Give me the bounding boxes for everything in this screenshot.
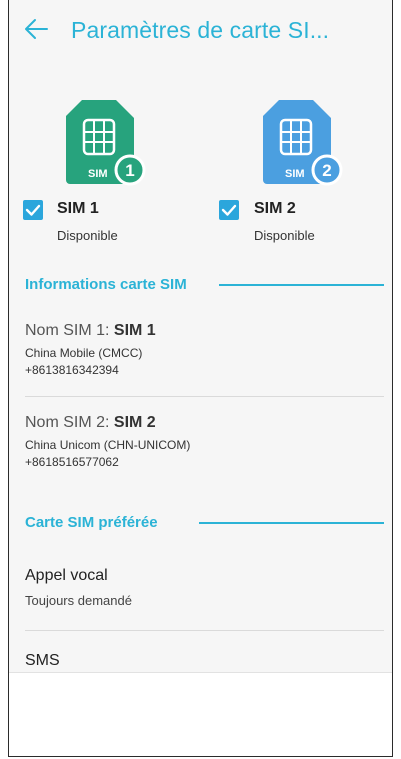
info-section-title: Informations carte SIM bbox=[25, 276, 191, 293]
sim-2-carrier: China Unicom (CHN-UNICOM) bbox=[25, 438, 191, 452]
sim-2-info-label: Nom SIM 2: bbox=[25, 414, 114, 431]
sim-1-info-label: Nom SIM 1: bbox=[25, 322, 114, 339]
sim-card-1-icon: SIM 1 bbox=[66, 100, 146, 186]
phone-screen: Paramètres de carte SI... SIM 1 SIM 2 SI… bbox=[8, 0, 393, 757]
preferred-section-divider bbox=[199, 522, 384, 524]
sms-setting[interactable]: SMS bbox=[25, 652, 60, 670]
sim-1-name: SIM 1 bbox=[57, 200, 99, 217]
sim-2-status: Disponible bbox=[254, 228, 315, 243]
sim-2-info-name: SIM 2 bbox=[113, 414, 156, 431]
sim-2-name: SIM 2 bbox=[254, 200, 296, 217]
preferred-divider bbox=[25, 630, 384, 631]
settings-content: SIM 1 SIM 2 SIM 1 Disponible SIM 2 Dispo… bbox=[9, 60, 392, 672]
info-section-divider bbox=[219, 284, 384, 286]
sim-1-number: +8613816342394 bbox=[25, 363, 119, 377]
sim-card-1-label: SIM bbox=[88, 168, 108, 180]
voice-call-title: Appel vocal bbox=[25, 567, 108, 584]
back-arrow-icon[interactable] bbox=[23, 16, 49, 42]
sim-2-number: +8618516577062 bbox=[25, 455, 119, 469]
sim-2-checkbox[interactable] bbox=[219, 200, 239, 220]
sim-card-2-label: SIM bbox=[285, 168, 305, 180]
sim-2-info-item[interactable]: Nom SIM 2: SIM 2 China Unicom (CHN-UNICO… bbox=[25, 414, 380, 470]
sim-1-info-item[interactable]: Nom SIM 1: SIM 1 China Mobile (CMCC) +86… bbox=[25, 322, 380, 378]
sim-card-1-badge: 1 bbox=[125, 161, 134, 180]
sim-1-carrier: China Mobile (CMCC) bbox=[25, 346, 143, 360]
page-title: Paramètres de carte SI... bbox=[71, 17, 330, 43]
sim-1-status: Disponible bbox=[57, 228, 118, 243]
bottom-blank-area bbox=[9, 672, 392, 756]
info-divider bbox=[25, 396, 384, 397]
app-bar: Paramètres de carte SI... bbox=[9, 0, 392, 60]
voice-call-subtitle: Toujours demandé bbox=[25, 593, 132, 608]
sim-card-2-badge: 2 bbox=[322, 161, 331, 180]
preferred-section-title: Carte SIM préférée bbox=[25, 514, 162, 531]
sim-1-checkbox[interactable] bbox=[23, 200, 43, 220]
sim-1-info-name: SIM 1 bbox=[113, 322, 156, 339]
sim-card-2-icon: SIM 2 bbox=[263, 100, 343, 186]
